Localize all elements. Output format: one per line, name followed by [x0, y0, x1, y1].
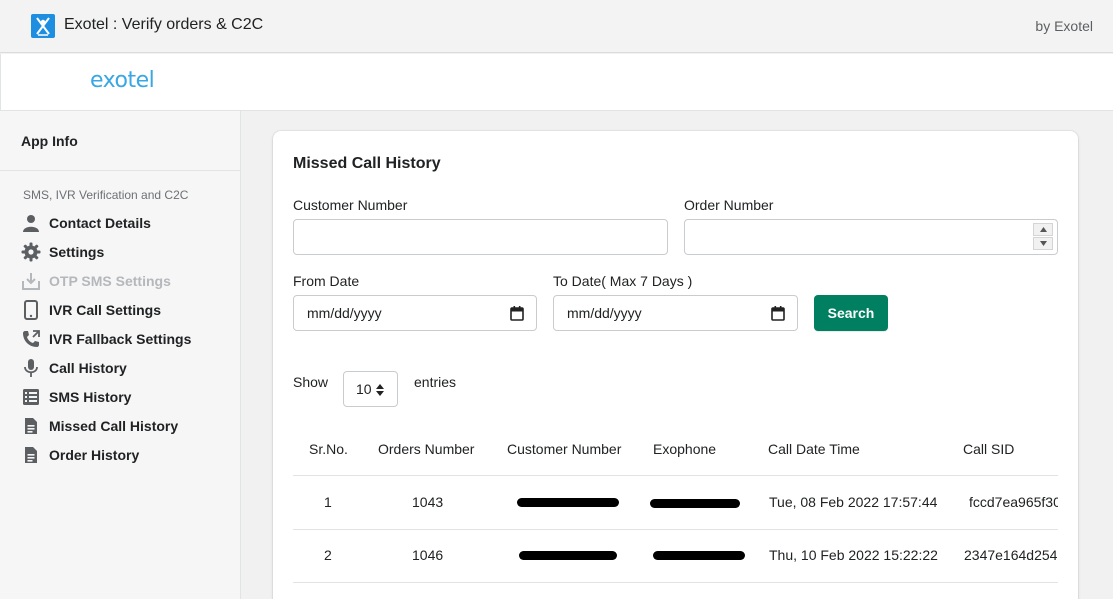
to-date-label: To Date( Max 7 Days ) — [553, 273, 693, 289]
sidebar-item-otp-sms-settings: OTP SMS Settings — [21, 270, 171, 292]
order-number-stepper[interactable] — [1033, 223, 1053, 251]
gear-icon — [21, 242, 41, 262]
search-button[interactable]: Search — [814, 295, 888, 331]
exotel-logo: exotel — [90, 68, 155, 93]
sidebar-item-label: SMS History — [49, 389, 132, 405]
sidebar-item-label: Call History — [49, 360, 127, 376]
sidebar-section-title: SMS, IVR Verification and C2C — [23, 188, 189, 202]
customer-number-input[interactable] — [293, 219, 668, 255]
sidebar-item-label: IVR Call Settings — [49, 302, 162, 318]
sidebar-item-missed-call-history[interactable]: Missed Call History — [21, 415, 178, 437]
table-row-divider — [293, 582, 1058, 583]
download-icon — [21, 271, 41, 291]
phone-forward-icon — [21, 329, 41, 349]
redacted-customer-number — [519, 551, 617, 560]
column-header-call-sid[interactable]: Call SID — [963, 441, 1014, 457]
cell-call-date-time: Tue, 08 Feb 2022 17:57:44 — [769, 494, 938, 510]
sidebar-item-settings[interactable]: Settings — [21, 241, 104, 263]
column-header-exophone[interactable]: Exophone — [653, 441, 716, 457]
sidebar-app-info[interactable]: App Info — [21, 133, 78, 149]
column-header-call-date-time[interactable]: Call Date Time — [768, 441, 860, 457]
column-header-orders-number[interactable]: Orders Number — [378, 441, 474, 457]
order-number-input[interactable] — [684, 219, 1058, 255]
from-date-label: From Date — [293, 273, 360, 289]
document-icon — [21, 416, 41, 436]
sidebar-divider — [0, 170, 240, 171]
redacted-customer-number — [517, 498, 619, 507]
table-header-divider — [293, 475, 1058, 476]
sidebar-item-ivr-call-settings[interactable]: IVR Call Settings — [21, 299, 161, 321]
sidebar-item-call-history[interactable]: Call History — [21, 357, 127, 379]
app-title: Exotel : Verify orders & C2C — [64, 16, 264, 33]
cell-order-number: 1046 — [412, 547, 444, 563]
show-label: Show — [293, 374, 329, 390]
cell-call-sid: fccd7ea965f30 — [969, 494, 1058, 510]
sidebar-item-order-history[interactable]: Order History — [21, 444, 139, 466]
person-icon — [21, 213, 41, 233]
missed-call-history-card: Missed Call History Customer Number Orde… — [273, 131, 1078, 599]
cell-sr-no: 1 — [324, 494, 332, 510]
customer-number-label: Customer Number — [293, 197, 408, 213]
by-developer[interactable]: by Exotel — [1035, 18, 1093, 34]
sidebar-item-label: Order History — [49, 447, 140, 463]
cell-sr-no: 2 — [324, 547, 332, 563]
sidebar-item-label: OTP SMS Settings — [49, 273, 171, 289]
table-row-divider — [293, 529, 1058, 530]
stepper-down-icon[interactable] — [1033, 237, 1053, 250]
column-header-sr-no[interactable]: Sr.No. — [309, 441, 348, 457]
from-date-value: mm/dd/yyyy — [307, 305, 382, 321]
sidebar-item-contact-details[interactable]: Contact Details — [21, 212, 151, 234]
column-header-customer-number[interactable]: Customer Number — [507, 441, 621, 457]
redacted-exophone — [650, 499, 740, 508]
sidebar-item-label: IVR Fallback Settings — [49, 331, 192, 347]
list-icon — [21, 387, 41, 407]
exotel-app-icon — [31, 14, 55, 38]
to-date-value: mm/dd/yyyy — [567, 305, 642, 321]
cell-call-sid: 2347e164d2548 — [964, 547, 1058, 563]
sidebar-item-label: Missed Call History — [49, 418, 179, 434]
microphone-icon — [21, 358, 41, 378]
page-title: Missed Call History — [293, 155, 441, 172]
sidebar: App Info SMS, IVR Verification and C2C C… — [0, 111, 241, 599]
calendar-icon[interactable] — [510, 306, 524, 324]
logo-strip: exotel — [0, 54, 1113, 111]
mobile-icon — [21, 300, 41, 320]
sidebar-item-label: Contact Details — [49, 215, 151, 231]
cell-order-number: 1043 — [412, 494, 444, 510]
sidebar-item-label: Settings — [49, 244, 105, 260]
entries-value: 10 — [356, 381, 372, 397]
redacted-exophone — [653, 551, 745, 560]
from-date-input[interactable]: mm/dd/yyyy — [293, 295, 537, 331]
sidebar-item-ivr-fallback-settings[interactable]: IVR Fallback Settings — [21, 328, 191, 350]
entries-per-page-select[interactable]: 10 — [343, 371, 398, 407]
entries-label: entries — [414, 374, 457, 390]
missed-call-table: Sr.No. Orders Number Customer Number Exo… — [293, 426, 1058, 586]
select-arrows-icon — [376, 383, 384, 399]
cell-call-date-time: Thu, 10 Feb 2022 15:22:22 — [769, 547, 938, 563]
order-number-label: Order Number — [684, 197, 774, 213]
app-header-bar: Exotel : Verify orders & C2C by Exotel — [0, 0, 1113, 53]
stepper-up-icon[interactable] — [1033, 223, 1053, 236]
to-date-input[interactable]: mm/dd/yyyy — [553, 295, 798, 331]
calendar-icon[interactable] — [771, 306, 785, 324]
sidebar-item-sms-history[interactable]: SMS History — [21, 386, 131, 408]
document-icon — [21, 445, 41, 465]
